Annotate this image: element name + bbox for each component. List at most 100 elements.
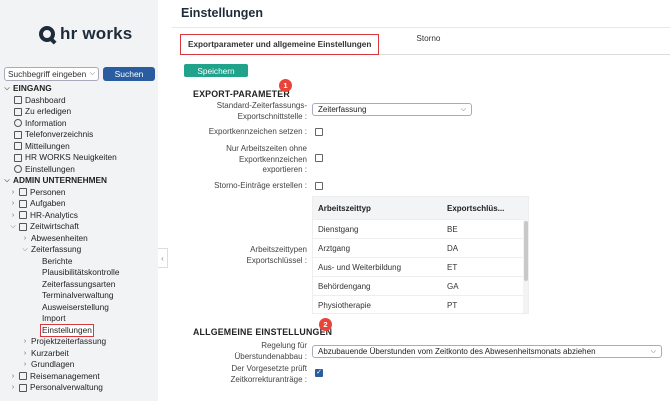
sidebar-section-eingang[interactable]: ⌵ EINGANG — [4, 83, 156, 95]
sidebar-item-abwesenheiten[interactable]: › Abwesenheiten — [4, 233, 156, 245]
sidebar-item-label: Projektzeiterfassung — [31, 336, 107, 346]
export-section-heading: EXPORT-PARAMETER — [193, 89, 290, 99]
interface-select-value: Zeiterfassung — [318, 105, 367, 114]
todo-icon — [14, 107, 22, 116]
chevron-right-icon: › — [23, 361, 27, 368]
tab-export-parameters[interactable]: Exportparameter und allgemeine Einstellu… — [180, 34, 380, 55]
table-cell[interactable]: GA — [443, 282, 523, 291]
sidebar-item-badges[interactable]: Ausweiserstellung — [4, 302, 156, 314]
table-cell[interactable]: BE — [443, 225, 523, 234]
table-row[interactable]: Aus- und Weiterbildung ET — [313, 257, 528, 276]
sidebar-item-hr-analytics[interactable]: › HR-Analytics — [4, 210, 156, 222]
sidebar-item-label: Abwesenheiten — [31, 232, 88, 243]
sidebar-nav: ⌵ EINGANG Dashboard Zu erledigen Informat… — [4, 83, 156, 394]
callout-badge-2: 2 — [319, 318, 332, 331]
overtime-select[interactable]: Abzubauende Überstunden vom Zeitkonto de… — [312, 345, 662, 358]
save-button[interactable]: Speichern — [184, 64, 248, 77]
sidebar-item-label: Grundlagen — [31, 359, 75, 369]
sidebar-item-settings[interactable]: Einstellungen — [4, 164, 156, 176]
sidebar-item-label: Personen — [30, 186, 66, 197]
hr-icon — [19, 383, 27, 392]
sidebar-item-messages[interactable]: Mitteilungen — [4, 141, 156, 153]
table-scrollbar-thumb[interactable] — [524, 221, 528, 281]
table-cell: Dienstgang — [318, 224, 359, 234]
overtime-label: Regelung für Überstundenabbau : — [234, 341, 308, 361]
sidebar-item-label: Plausibilitätskontrolle — [42, 267, 120, 277]
only-without-codes-checkbox[interactable] — [315, 154, 323, 162]
sidebar-item-label: Information — [25, 117, 67, 128]
sidebar-item-aufgaben[interactable]: › Aufgaben — [4, 198, 156, 210]
travel-icon — [19, 372, 27, 381]
sidebar-item-personen[interactable]: › Personen — [4, 187, 156, 199]
table-cell[interactable]: ET — [443, 263, 523, 272]
sidebar-item-kurzarbeit[interactable]: › Kurzarbeit — [4, 348, 156, 360]
sidebar-item-news[interactable]: HR WORKS Neuigkeiten — [4, 152, 156, 164]
sidebar-item-todo[interactable]: Zu erledigen — [4, 106, 156, 118]
storno-label: Storno-Einträge erstellen : — [214, 181, 307, 190]
storno-checkbox[interactable] — [315, 182, 323, 190]
table-label: Arbeitszeittypen Exportschlüssel : — [246, 245, 307, 265]
search-input[interactable]: Suchbegriff eingeben ⌵ — [4, 67, 99, 81]
logo[interactable]: hr works — [39, 24, 132, 44]
table-row[interactable]: Arztgang DA — [313, 238, 528, 257]
phone-book-icon — [14, 130, 22, 139]
table-cell: Arztgang — [318, 243, 351, 253]
message-icon — [14, 142, 22, 151]
supervisor-checkbox[interactable]: ✓ — [315, 369, 323, 377]
people-icon — [19, 188, 27, 197]
chevron-right-icon: › — [23, 234, 27, 242]
table-cell: Behördengang — [318, 281, 371, 291]
interface-select[interactable]: Zeiterfassung ⌵ — [312, 103, 472, 116]
sidebar-item-label: Dashboard — [25, 94, 66, 105]
sidebar-item-label: Personalverwaltung — [30, 382, 103, 392]
main-content: Einstellungen Exportparameter und allgem… — [172, 0, 670, 401]
settings-icon — [14, 165, 22, 174]
sidebar-item-reisemanagement[interactable]: › Reisemanagement — [4, 371, 156, 383]
table-cell[interactable]: PT — [443, 301, 523, 310]
sidebar-item-plausibility[interactable]: Plausibilitätskontrolle — [4, 267, 156, 279]
tab-bar: Exportparameter und allgemeine Einstellu… — [180, 33, 670, 55]
chevron-down-icon: ⌵ — [4, 85, 10, 92]
sidebar-item-einstellungen-active[interactable]: Einstellungen — [4, 323, 156, 337]
search-row: Suchbegriff eingeben ⌵ Suchen — [4, 67, 155, 81]
sidebar-item-time-types[interactable]: Zeiterfassungsarten — [4, 279, 156, 291]
search-button[interactable]: Suchen — [103, 67, 155, 81]
sidebar-item-terminals[interactable]: Terminalverwaltung — [4, 290, 156, 302]
dashboard-icon — [14, 96, 22, 105]
chevron-right-icon: › — [11, 200, 15, 207]
sidebar-item-zeiterfassung[interactable]: ⌵ Zeiterfassung — [4, 244, 156, 256]
sidebar-item-label: EINGANG — [13, 83, 52, 93]
sidebar-item-grundlagen[interactable]: › Grundlagen — [4, 359, 156, 371]
sidebar-item-label: Terminalverwaltung — [42, 290, 114, 300]
divider — [172, 27, 670, 28]
table-cell[interactable]: DA — [443, 244, 523, 253]
sidebar-section-admin[interactable]: ⌵ ADMIN UNTERNEHMEN — [4, 175, 156, 187]
sidebar-item-information[interactable]: Information — [4, 118, 156, 130]
chevron-down-icon: ⌵ — [4, 177, 10, 184]
column-header-key[interactable]: Exportschlüs... — [443, 204, 523, 213]
sidebar-item-label: Berichte — [42, 255, 73, 266]
tasks-icon — [19, 199, 27, 208]
sidebar-item-berichte[interactable]: Berichte — [4, 256, 156, 268]
chevron-right-icon: › — [23, 349, 27, 357]
export-codes-checkbox[interactable] — [315, 128, 323, 136]
search-placeholder: Suchbegriff eingeben — [8, 69, 87, 79]
sidebar-item-label: Zeitwirtschaft — [30, 221, 79, 231]
table-row[interactable]: Dienstgang BE — [313, 219, 528, 238]
collapse-sidebar-button[interactable]: ‹ — [158, 248, 168, 268]
table-row[interactable]: Physiotherapie PT — [313, 295, 528, 313]
interface-label: Standard-Zeiterfassungs-Exportschnittste… — [216, 101, 307, 121]
sidebar-item-phone-book[interactable]: Telefonverzeichnis — [4, 129, 156, 141]
tab-storno[interactable]: Storno — [409, 29, 447, 48]
column-header-type[interactable]: Arbeitszeittyp — [313, 204, 443, 213]
sidebar-item-personalverwaltung[interactable]: › Personalverwaltung — [4, 382, 156, 394]
sidebar-item-zeitwirtschaft[interactable]: ⌵ Zeitwirtschaft — [4, 221, 156, 233]
sidebar-item-dashboard[interactable]: Dashboard — [4, 95, 156, 107]
news-icon — [14, 153, 22, 162]
sidebar-item-projektzeiterfassung[interactable]: › Projektzeiterfassung — [4, 336, 156, 348]
sidebar-item-label: Telefonverzeichnis — [25, 129, 94, 139]
sidebar-item-label: HR WORKS Neuigkeiten — [25, 152, 117, 162]
chevron-down-icon: ⌵ — [460, 105, 466, 113]
table-row[interactable]: Behördengang GA — [313, 276, 528, 295]
callout-badge-1: 1 — [279, 79, 292, 92]
